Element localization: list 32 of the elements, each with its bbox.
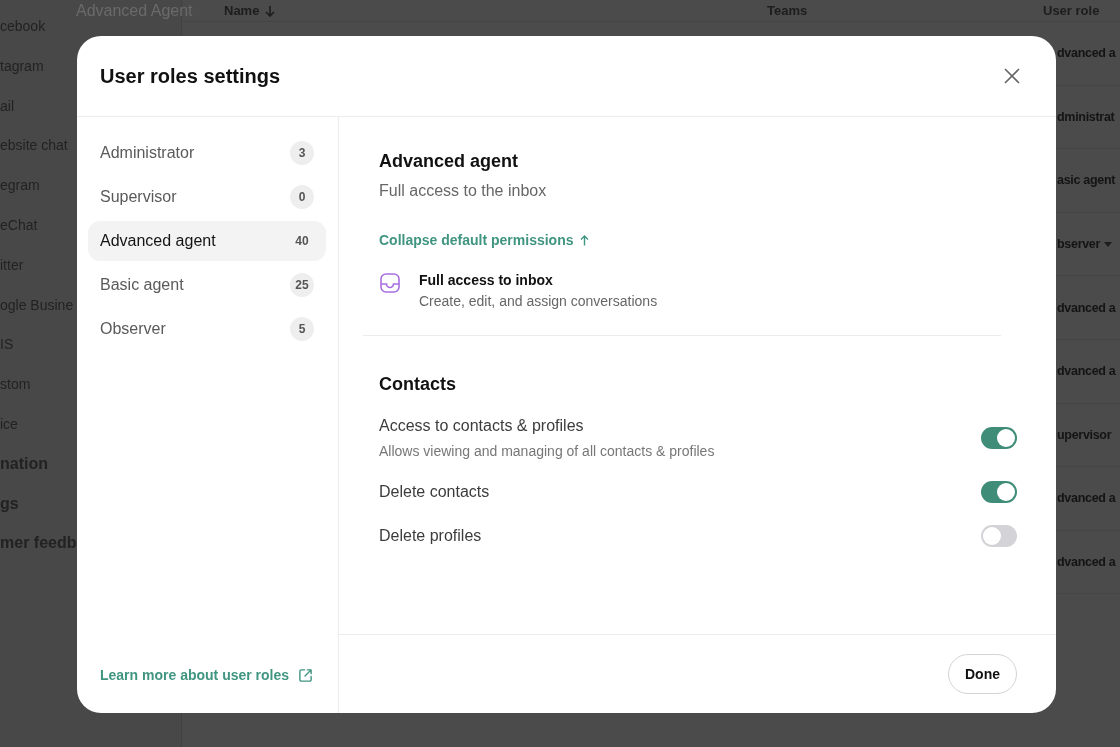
close-icon[interactable] [1004, 68, 1020, 84]
role-count: 0 [290, 185, 314, 209]
permission-label: Access to contacts & profiles [379, 417, 585, 435]
done-button[interactable]: Done [948, 654, 1017, 694]
role-title: Advanced agent [379, 151, 520, 172]
permission-title: Full access to inbox [419, 272, 554, 288]
collapse-link[interactable]: Collapse default permissions [379, 232, 574, 248]
role-item[interactable]: Advanced agent 40 [88, 221, 326, 261]
modal-title: User roles settings [100, 64, 281, 88]
role-item[interactable]: Supervisor 0 [88, 177, 326, 217]
permission-label: Delete contacts [379, 483, 490, 501]
sort-arrow-icon [265, 4, 276, 17]
learn-more-link[interactable]: Learn more about user roles [100, 667, 290, 683]
role-count: 5 [290, 317, 314, 341]
toggle-switch[interactable] [981, 427, 1017, 449]
role-item[interactable]: Basic agent 25 [88, 265, 326, 305]
toggle-switch[interactable] [981, 481, 1017, 503]
role-count: 3 [290, 141, 314, 165]
inbox-icon [379, 272, 401, 294]
arrow-up-icon[interactable] [579, 234, 589, 246]
toggle-switch[interactable] [981, 525, 1017, 547]
role-item[interactable]: Administrator 3 [88, 133, 326, 173]
permission-description: Allows viewing and managing of all contacts & profiles [379, 443, 715, 459]
role-count: 40 [294, 233, 310, 250]
permission-label: Delete profiles [379, 527, 482, 545]
caret-icon[interactable] [1104, 241, 1113, 247]
role-count: 25 [290, 273, 314, 297]
role-item[interactable]: Observer 5 [88, 309, 326, 349]
permission-description: Create, edit, and assign conversations [419, 293, 658, 309]
external-link-icon[interactable] [298, 667, 314, 683]
section-title: Contacts [379, 374, 457, 395]
role-description: Full access to the inbox [379, 182, 548, 200]
